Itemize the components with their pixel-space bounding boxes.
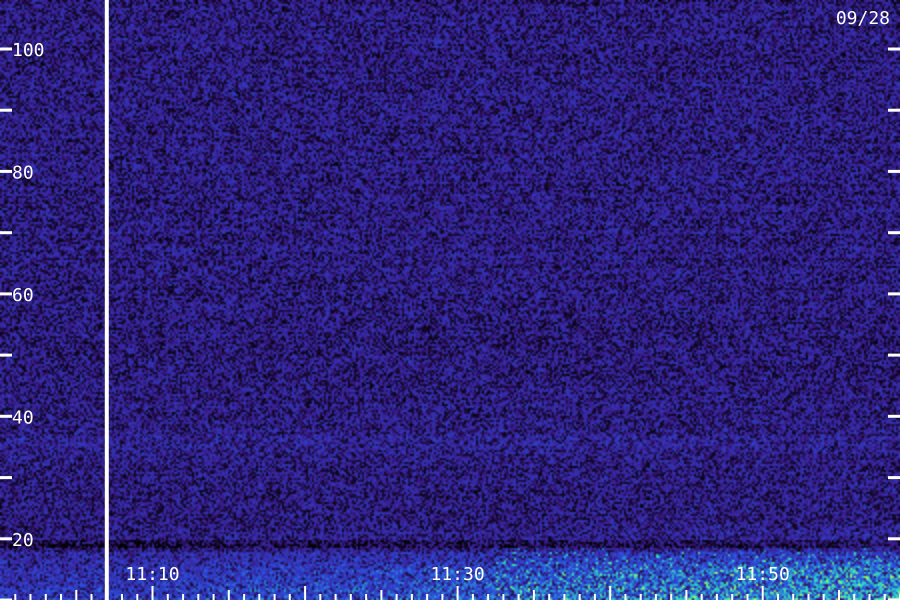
x-tick [685,590,688,600]
y-tick-label: 40 [12,407,34,428]
y-tick-label: 20 [12,530,34,551]
y-tick-right [888,231,900,235]
x-tick-label: 11:10 [125,564,179,585]
x-tick [532,590,535,600]
x-tick [487,594,490,600]
x-tick [258,594,261,600]
y-tick-left [0,47,12,51]
y-tick-left [0,292,12,296]
x-tick [349,594,352,600]
spectrogram-heatmap [0,0,900,600]
x-tick [654,594,657,600]
x-tick [822,594,825,600]
x-tick [14,594,17,600]
x-tick [29,594,32,600]
x-tick-label: 11:30 [431,564,485,585]
y-tick-right [888,292,900,296]
x-tick [304,586,307,600]
x-tick [44,594,47,600]
x-tick [395,594,398,600]
x-tick [639,594,642,600]
x-tick [746,594,749,600]
x-tick [807,594,810,600]
x-tick [609,586,612,600]
x-tick [883,594,886,600]
y-tick-right [888,47,900,51]
x-tick [90,594,93,600]
y-tick-label: 60 [12,285,34,306]
x-tick [670,594,673,600]
x-tick [517,594,520,600]
x-tick [60,594,62,600]
x-tick [243,594,246,600]
x-tick [563,594,566,600]
x-tick [365,594,368,600]
x-tick [777,594,779,600]
x-tick [166,594,169,600]
y-tick-left [0,537,12,541]
x-tick [578,594,581,600]
spectrogram-chart: 100 80 60 40 20 11:10 11:30 11:50 09/28 [0,0,900,600]
x-tick [151,586,154,600]
x-tick [502,594,505,600]
y-tick-left [0,231,12,235]
x-tick-label: 11:50 [736,564,790,585]
y-tick-right [888,414,900,418]
y-tick-label: 80 [12,162,34,183]
y-tick-right [888,537,900,541]
y-tick-left [0,353,12,357]
x-tick [868,594,871,600]
date-label: 09/28 [836,8,890,29]
x-tick [212,594,215,600]
x-tick [319,594,322,600]
x-tick [715,594,718,600]
x-tick [456,586,459,600]
y-tick-right [888,476,900,480]
x-tick [227,590,230,600]
y-tick-left [0,476,12,480]
x-tick [273,594,276,600]
x-tick [380,590,383,600]
x-tick [731,594,734,600]
x-tick [197,594,200,600]
y-tick-left [0,108,12,112]
time-marker-line [104,0,109,600]
x-tick [853,594,856,600]
x-tick [624,594,627,600]
x-tick [426,594,429,600]
x-tick [471,594,474,600]
x-tick [75,590,78,600]
y-tick-right [888,108,900,112]
x-tick [136,594,139,600]
x-tick [548,594,551,600]
x-tick [410,594,413,600]
x-tick [182,594,185,600]
x-tick [334,594,337,600]
y-tick-right [888,353,900,357]
x-tick [441,594,444,600]
x-tick [700,594,703,600]
y-tick-right [888,169,900,173]
y-tick-label: 100 [12,40,45,61]
x-tick [593,594,596,600]
x-tick [105,594,108,600]
y-tick-left [0,414,12,418]
x-tick [792,594,795,600]
x-tick [288,594,291,600]
x-tick [838,590,840,600]
x-tick [761,586,764,600]
y-tick-left [0,169,12,173]
x-tick [121,594,123,600]
